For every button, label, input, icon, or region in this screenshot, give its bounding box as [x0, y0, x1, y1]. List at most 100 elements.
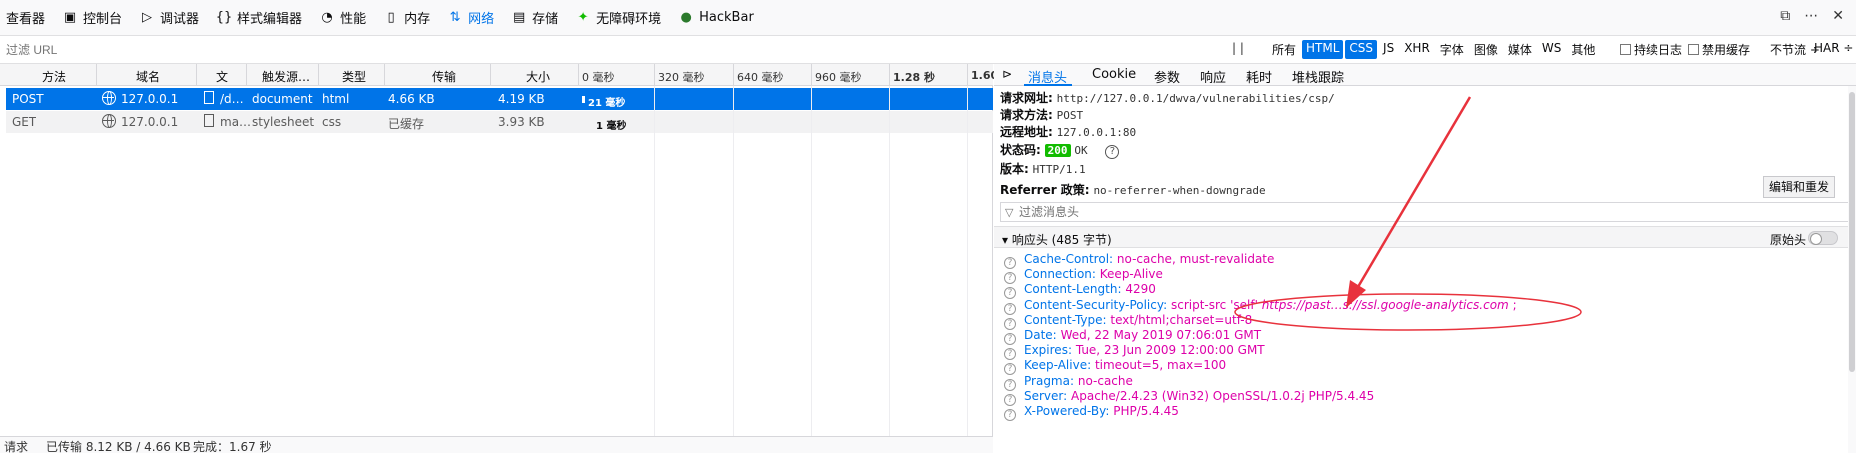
debugger-icon: ▷	[142, 10, 153, 25]
filter-media[interactable]: 媒体	[1504, 40, 1536, 59]
tab-timings[interactable]: 耗时	[1246, 67, 1272, 86]
filter-fonts[interactable]: 字体	[1436, 40, 1468, 59]
tab-label: 无障碍环境	[596, 12, 662, 27]
har-menu[interactable]: HAR ÷	[1814, 41, 1853, 55]
disable-cache-checkbox[interactable]: 禁用缓存	[1688, 41, 1750, 58]
timeline-tick: 1.28 秒	[893, 71, 935, 84]
tab-console[interactable]: ▣ 控制台	[55, 0, 132, 36]
document-icon	[204, 91, 214, 104]
waterfall-label: 21 毫秒	[588, 98, 626, 109]
column-size[interactable]: 大小	[526, 68, 550, 85]
timeline-gridline	[811, 86, 812, 436]
column-type[interactable]: 类型	[342, 68, 366, 85]
column-divider[interactable]	[246, 64, 247, 86]
tab-stack-trace[interactable]: 堆栈跟踪	[1292, 67, 1344, 86]
timeline-gridline	[654, 86, 655, 436]
tab-label: 网络	[468, 12, 495, 27]
timeline-gridline	[733, 86, 734, 436]
column-transferred[interactable]: 传输	[432, 68, 456, 85]
request-url-value: http://127.0.0.1/dwva/vulnerabilities/cs…	[1056, 92, 1335, 105]
detail-scrollbar[interactable]	[1848, 86, 1856, 453]
request-file: /d…	[220, 92, 244, 106]
timeline-tick: 0 毫秒	[582, 71, 615, 84]
tab-cookies[interactable]: Cookie	[1092, 67, 1136, 82]
checkbox-label: 禁用缓存	[1702, 43, 1751, 57]
table-row[interactable]: GET 127.0.0.1 ma… stylesheet css 已缓存 3.9…	[6, 111, 993, 133]
raw-headers-label: 原始头	[1770, 233, 1807, 247]
dock-icon[interactable]: ⧉	[1780, 8, 1790, 24]
tab-storage[interactable]: ▤ 存储	[504, 0, 568, 36]
column-divider[interactable]	[318, 64, 319, 86]
header-value: Wed, 22 May 2019 07:06:01 GMT	[1060, 328, 1262, 342]
request-transferred: 已缓存	[388, 117, 425, 131]
url-filter-input[interactable]	[6, 40, 1226, 60]
filter-other[interactable]: 其他	[1567, 40, 1599, 59]
column-cause[interactable]: 触发源…	[262, 68, 310, 85]
network-filter-bar: | | 所有 HTML CSS JS XHR 字体 图像 媒体 WS 其他 持续…	[0, 36, 1856, 64]
response-headers-section[interactable]: ▾ 响应头 (485 字节) 原始头	[994, 226, 1856, 248]
header-value-tail: ;	[1512, 298, 1517, 312]
filter-all[interactable]: 所有	[1268, 40, 1300, 59]
column-divider[interactable]	[578, 64, 579, 86]
section-title: 响应头 (485 字节)	[1011, 233, 1112, 247]
tab-style-editor[interactable]: {} 样式编辑器	[209, 0, 312, 36]
tab-label: 查看器	[6, 12, 46, 27]
tab-inspector[interactable]: 查看器	[0, 0, 55, 36]
request-url-label: 请求网址:	[1000, 91, 1053, 105]
header-value: PHP/5.4.45	[1113, 404, 1179, 418]
tab-debugger[interactable]: ▷ 调试器	[132, 0, 209, 36]
throttle-select[interactable]: 不节流 ÷	[1770, 41, 1820, 58]
status-code-label: 状态码:	[1000, 143, 1041, 157]
column-domain[interactable]: 域名	[136, 68, 160, 85]
checkbox-label: 持续日志	[1634, 43, 1683, 57]
request-table-header: 方法 域名 文件 触发源… 类型 传输 大小 0 毫秒 320 毫秒 640 毫…	[0, 64, 998, 101]
tab-accessibility[interactable]: ✦ 无障碍环境	[568, 0, 671, 36]
status-code-row: 状态码: 200 OK ?	[1000, 141, 1120, 159]
tab-response[interactable]: 响应	[1200, 67, 1226, 86]
timeline-divider	[967, 64, 968, 86]
tab-performance[interactable]: ◔ 性能	[312, 0, 376, 36]
raw-headers-toggle[interactable]	[1808, 231, 1838, 245]
timeline-tick: 640 毫秒	[737, 71, 784, 84]
tab-params[interactable]: 参数	[1154, 67, 1180, 86]
close-icon[interactable]: ✕	[1832, 8, 1844, 24]
header-name: Content-Security-Policy:	[1024, 298, 1168, 312]
column-method[interactable]: 方法	[42, 68, 66, 85]
column-divider[interactable]	[384, 64, 385, 86]
filter-html[interactable]: HTML	[1302, 40, 1344, 59]
request-type-filters: 所有 HTML CSS JS XHR 字体 图像 媒体 WS 其他	[1268, 40, 1599, 59]
status-transferred: 已传输 8.12 KB / 4.66 KB	[46, 440, 191, 453]
checkbox-box	[1688, 44, 1699, 55]
help-icon[interactable]: ?	[1105, 145, 1120, 159]
request-cause: document	[252, 92, 313, 106]
request-domain: 127.0.0.1	[121, 92, 179, 106]
tab-network[interactable]: ⇅ 网络	[440, 0, 504, 36]
table-row[interactable]: POST 127.0.0.1 /d… document html 4.66 KB…	[6, 88, 993, 110]
edit-resend-button[interactable]: 编辑和重发	[1763, 176, 1835, 198]
tab-hackbar[interactable]: ● HackBar	[671, 0, 764, 36]
waterfall-label: 1 毫秒	[596, 121, 627, 132]
filter-css[interactable]: CSS	[1345, 40, 1378, 59]
headers-filter-input[interactable]: ▽ 过滤消息头	[1000, 202, 1850, 222]
tab-label: 性能	[340, 12, 367, 27]
request-size: 4.19 KB	[498, 92, 545, 106]
filter-ws[interactable]: WS	[1538, 40, 1565, 59]
persist-log-checkbox[interactable]: 持续日志	[1620, 41, 1682, 58]
filter-images[interactable]: 图像	[1470, 40, 1502, 59]
filter-js[interactable]: JS	[1379, 40, 1398, 59]
help-icon[interactable]: ?	[1004, 409, 1016, 421]
tab-label: 调试器	[160, 12, 200, 27]
status-requests: 请求	[4, 440, 29, 453]
filter-xhr[interactable]: XHR	[1400, 40, 1434, 59]
toggle-sidebar-icon[interactable]: ⊳	[1002, 67, 1012, 81]
column-divider[interactable]	[196, 64, 197, 86]
pause-button[interactable]: | |	[1232, 41, 1244, 55]
timeline-tick: 960 毫秒	[815, 71, 862, 84]
more-options-icon[interactable]: ⋯	[1804, 8, 1818, 24]
column-divider[interactable]	[490, 64, 491, 86]
version-row: 版本: HTTP/1.1	[1000, 160, 1086, 177]
column-divider[interactable]	[96, 64, 97, 86]
header-name: Keep-Alive:	[1024, 358, 1092, 372]
request-type: html	[322, 92, 350, 106]
tab-memory[interactable]: ▯ 内存	[376, 0, 440, 36]
